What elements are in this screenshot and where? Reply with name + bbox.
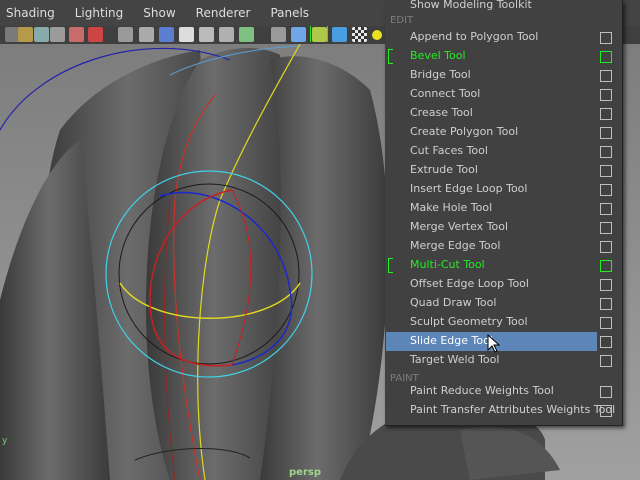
menu-item-merge-edge-tool[interactable]: Merge Edge Tool <box>385 237 622 256</box>
shadow-icon[interactable] <box>199 27 214 42</box>
menu-item-label: Merge Vertex Tool <box>410 220 509 233</box>
wireframe-icon[interactable] <box>118 27 133 42</box>
menu-item-show-modeling-toolkit[interactable]: Show Modeling Toolkit <box>385 0 622 15</box>
menu-item-label: Insert Edge Loop Tool <box>410 182 528 195</box>
menu-item-label: Multi-Cut Tool <box>410 258 485 271</box>
option-box-icon[interactable] <box>600 279 612 291</box>
option-box-icon[interactable] <box>600 32 612 44</box>
menu-item-cut-faces-tool[interactable]: Cut Faces Tool <box>385 142 622 161</box>
menu-item-crease-tool[interactable]: Crease Tool <box>385 104 622 123</box>
option-box-icon[interactable] <box>600 386 612 398</box>
menu-item-label: Offset Edge Loop Tool <box>410 277 529 290</box>
menu-item-label: Target Weld Tool <box>410 353 500 366</box>
menubar-item-renderer[interactable]: Renderer <box>196 6 251 20</box>
menubar-item-show[interactable]: Show <box>143 6 175 20</box>
isolate-icon[interactable] <box>219 27 234 42</box>
option-box-icon[interactable] <box>600 298 612 310</box>
menu-item-label: Sculpt Geometry Tool <box>410 315 528 328</box>
menu-item-extrude-tool[interactable]: Extrude Tool <box>385 161 622 180</box>
lasso-icon[interactable] <box>18 27 33 42</box>
camera-label: persp <box>289 467 321 478</box>
checker-icon[interactable] <box>291 27 306 42</box>
menu-item-label: Quad Draw Tool <box>410 296 497 309</box>
menu-item-label: Extrude Tool <box>410 163 478 176</box>
toolbar-icon-16[interactable] <box>332 27 347 42</box>
menu-item-label: Crease Tool <box>410 106 473 119</box>
option-box-icon[interactable] <box>600 222 612 234</box>
menu-item-bridge-tool[interactable]: Bridge Tool <box>385 66 622 85</box>
option-box-icon[interactable] <box>600 203 612 215</box>
menubar-item-lighting[interactable]: Lighting <box>75 6 124 20</box>
option-box-icon[interactable] <box>600 260 612 272</box>
option-box-icon[interactable] <box>600 108 612 120</box>
option-box-icon[interactable] <box>600 336 612 348</box>
menu-item-offset-edge-loop-tool[interactable]: Offset Edge Loop Tool <box>385 275 622 294</box>
mouse-cursor-icon <box>487 334 501 353</box>
option-box-icon[interactable] <box>600 146 612 158</box>
active-tool-bracket <box>388 258 393 273</box>
menu-item-quad-draw-tool[interactable]: Quad Draw Tool <box>385 294 622 313</box>
menu-item-label: Make Hole Tool <box>410 201 493 214</box>
rotate-icon[interactable] <box>69 27 84 42</box>
menubar-item-shading[interactable]: Shading <box>6 6 55 20</box>
toolbar-icon-18[interactable] <box>372 30 382 40</box>
menu-item-label: Merge Edge Tool <box>410 239 501 252</box>
menu-item-label: Slide Edge Tool <box>410 334 493 347</box>
lighting-icon[interactable] <box>179 27 194 42</box>
menu-item-connect-tool[interactable]: Connect Tool <box>385 85 622 104</box>
menu-item-paint-reduce-weights-tool[interactable]: Paint Reduce Weights Tool <box>385 382 622 401</box>
menubar-item-panels[interactable]: Panels <box>270 6 309 20</box>
menu-item-target-weld-tool[interactable]: Target Weld Tool <box>385 351 622 370</box>
axis-indicator-y: y <box>2 436 8 446</box>
move-icon[interactable] <box>50 27 65 42</box>
menu-item-label: Cut Faces Tool <box>410 144 488 157</box>
menu-item-bevel-tool[interactable]: Bevel Tool <box>385 47 622 66</box>
menu-item-append-to-polygon-tool[interactable]: Append to Polygon Tool <box>385 28 622 47</box>
toolbar-active-bracket <box>310 26 328 42</box>
menu-item-label: Paint Transfer Attributes Weights Tool <box>410 403 616 416</box>
menu-item-make-hole-tool[interactable]: Make Hole Tool <box>385 199 622 218</box>
menu-item-insert-edge-loop-tool[interactable]: Insert Edge Loop Tool <box>385 180 622 199</box>
option-box-icon[interactable] <box>600 89 612 101</box>
option-box-icon[interactable] <box>600 241 612 253</box>
menu-item-label: Show Modeling Toolkit <box>410 0 532 11</box>
menu-item-label: Connect Tool <box>410 87 481 100</box>
mesh-tools-menu: Show Modeling Toolkit EDIT Append to Polyg… <box>385 0 623 426</box>
smooth-shade-icon[interactable] <box>139 27 154 42</box>
menu-item-multi-cut-tool[interactable]: Multi-Cut Tool <box>385 256 622 275</box>
cube-icon[interactable] <box>271 27 286 42</box>
option-box-icon[interactable] <box>600 355 612 367</box>
option-box-icon[interactable] <box>600 405 612 417</box>
option-box-icon[interactable] <box>600 51 612 63</box>
menu-item-paint-transfer-attributes-weights-tool[interactable]: Paint Transfer Attributes Weights Tool <box>385 401 622 420</box>
menu-item-create-polygon-tool[interactable]: Create Polygon Tool <box>385 123 622 142</box>
paint-select-icon[interactable] <box>34 27 49 42</box>
menu-item-label: Append to Polygon Tool <box>410 30 539 43</box>
menu-item-merge-vertex-tool[interactable]: Merge Vertex Tool <box>385 218 622 237</box>
menu-section-edit: EDIT <box>390 15 414 26</box>
option-box-icon[interactable] <box>600 317 612 329</box>
option-box-icon[interactable] <box>600 127 612 139</box>
menu-item-label: Bridge Tool <box>410 68 471 81</box>
toolbar-icon-17[interactable] <box>352 27 367 42</box>
textured-icon[interactable] <box>159 27 174 42</box>
scale-icon[interactable] <box>88 27 103 42</box>
menu-item-label: Paint Reduce Weights Tool <box>410 384 554 397</box>
xray-icon[interactable] <box>239 27 254 42</box>
maya-window: Shading Lighting Show Renderer Panels pe… <box>0 0 640 480</box>
option-box-icon[interactable] <box>600 70 612 82</box>
menu-item-sculpt-geometry-tool[interactable]: Sculpt Geometry Tool <box>385 313 622 332</box>
menu-item-label: Create Polygon Tool <box>410 125 519 138</box>
active-tool-bracket <box>388 49 393 64</box>
option-box-icon[interactable] <box>600 165 612 177</box>
menu-item-label: Bevel Tool <box>410 49 466 62</box>
option-box-icon[interactable] <box>600 184 612 196</box>
